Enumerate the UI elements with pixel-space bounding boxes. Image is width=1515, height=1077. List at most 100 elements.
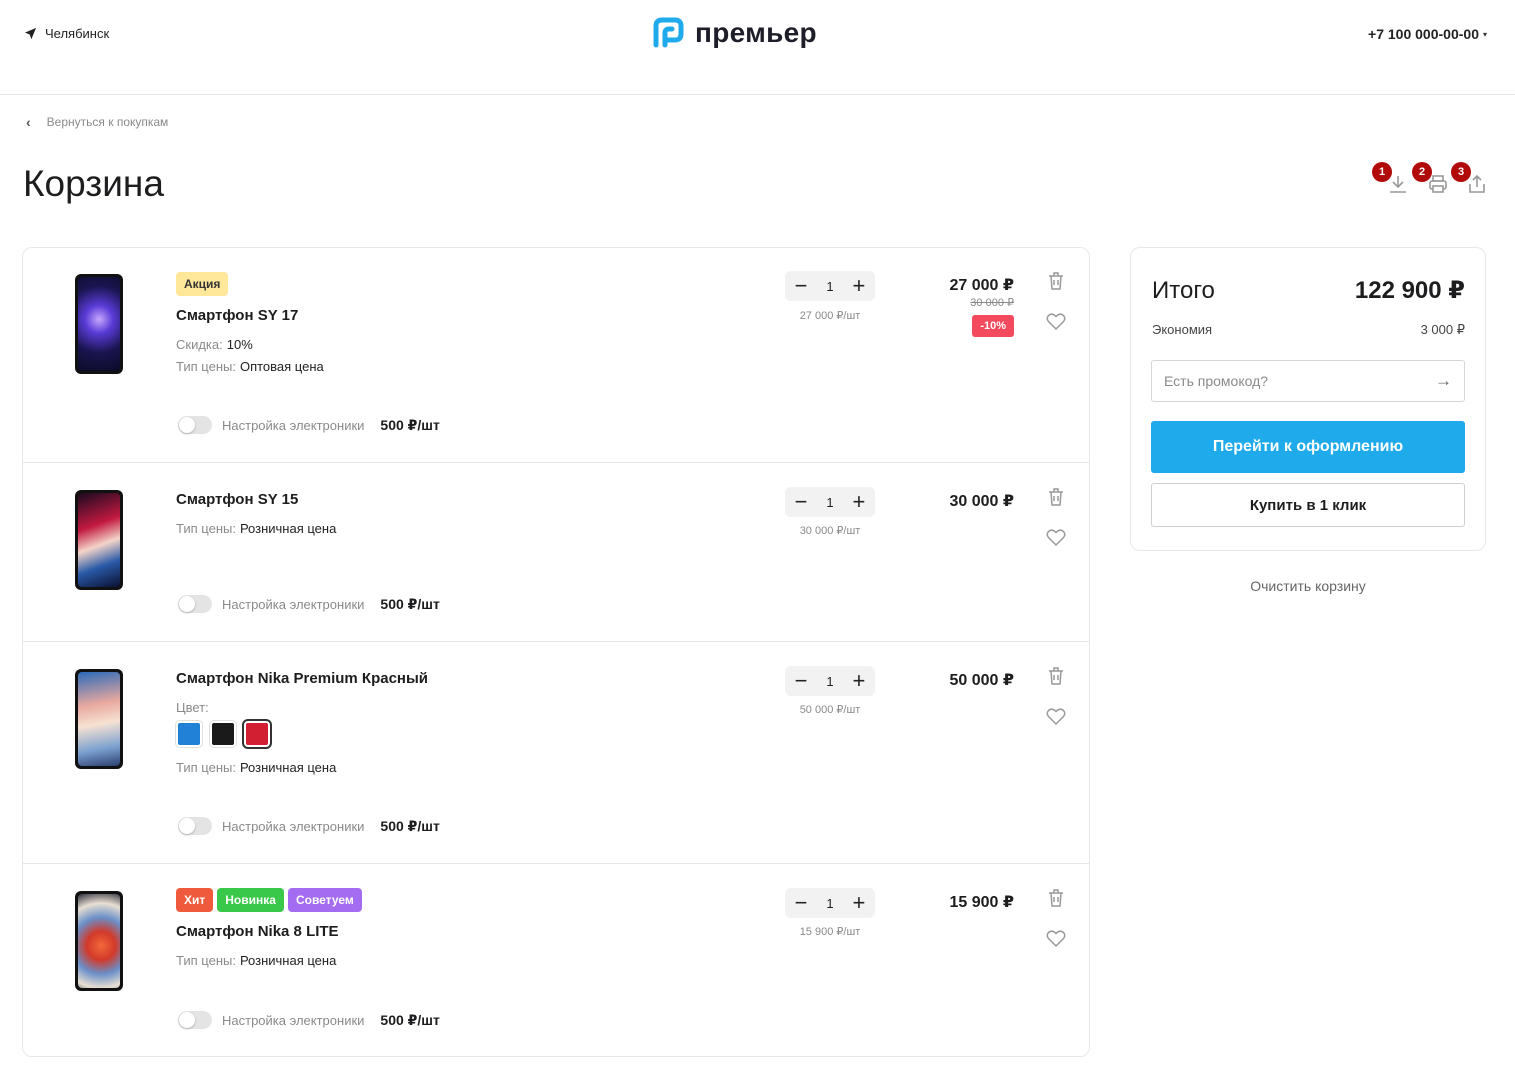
unit-price: 50 000 ₽/шт [799, 704, 861, 716]
quantity-stepper: − 1 + [785, 666, 875, 696]
logo-text: премьер [695, 17, 817, 48]
item-price: 50 000 ₽ [949, 672, 1014, 689]
site-header: Челябинск премьер +7 100 000-00-00 ▾ [0, 0, 1515, 95]
economy-value: 3 000 ₽ [1420, 322, 1465, 337]
delete-button[interactable] [1045, 486, 1067, 508]
one-click-buy-button[interactable]: Купить в 1 клик [1151, 483, 1465, 527]
summary-title: Итого [1152, 277, 1215, 304]
service-label: Настройка электроники [222, 417, 365, 433]
badges: Акция [176, 272, 229, 296]
logo[interactable]: премьер [651, 16, 817, 50]
promo-input[interactable] [1164, 373, 1435, 389]
order-summary: Итого 122 900 ₽ Экономия 3 000 ₽ → Перей… [1130, 247, 1486, 551]
product-image[interactable] [75, 891, 123, 991]
product-image[interactable] [75, 490, 123, 590]
cart-item: Смартфон SY 15 Тип цены: Розничная цена Н… [23, 463, 1089, 642]
color-options [176, 721, 270, 747]
logo-icon [653, 17, 684, 48]
trash-icon [1049, 488, 1063, 506]
favorite-button[interactable] [1045, 927, 1067, 949]
prop-value: Розничная цена [239, 760, 337, 775]
product-name[interactable]: Смартфон Nika Premium Красный [176, 670, 428, 687]
delete-button[interactable] [1045, 665, 1067, 687]
service-toggle[interactable] [178, 817, 212, 835]
quantity-value[interactable]: 1 [826, 495, 833, 510]
prop-value: Розничная цена [239, 953, 337, 968]
color-swatch-black[interactable] [210, 721, 236, 747]
favorite-button[interactable] [1045, 705, 1067, 727]
prop-label: Тип цены: [176, 760, 236, 775]
service-option: Настройка электроники 500 ₽/шт [178, 595, 440, 613]
heart-icon [1046, 708, 1066, 726]
prop-value: 10% [226, 337, 253, 352]
color-swatch-red[interactable] [244, 721, 270, 747]
heart-icon [1046, 529, 1066, 547]
cart-item: Смартфон Nika Premium Красный Цвет: Тип … [23, 642, 1089, 864]
decrease-button[interactable]: − [793, 491, 809, 513]
economy-label: Экономия [1152, 322, 1213, 337]
item-price: 15 900 ₽ [949, 894, 1014, 911]
checkout-button[interactable]: Перейти к оформлению [1151, 421, 1465, 473]
quantity-value[interactable]: 1 [826, 279, 833, 294]
product-prop: Тип цены: Розничная цена [176, 521, 336, 536]
arrow-right-icon[interactable]: → [1435, 371, 1452, 391]
back-label: Вернуться к покупкам [46, 115, 169, 129]
prop-value: Оптовая цена [239, 359, 324, 374]
service-option: Настройка электроники 500 ₽/шт [178, 416, 440, 434]
phone-selector[interactable]: +7 100 000-00-00 ▾ [1368, 26, 1487, 42]
item-price: 30 000 ₽ [949, 493, 1014, 510]
product-name[interactable]: Смартфон Nika 8 LITE [176, 923, 339, 940]
print-button[interactable]: 2 [1412, 162, 1452, 198]
color-swatch-blue[interactable] [176, 721, 202, 747]
prop-label: Тип цены: [176, 521, 236, 536]
increase-button[interactable]: + [851, 892, 867, 914]
decrease-button[interactable]: − [793, 670, 809, 692]
favorite-button[interactable] [1045, 526, 1067, 548]
prop-value: Розничная цена [239, 521, 337, 536]
product-image[interactable] [75, 669, 123, 769]
increase-button[interactable]: + [851, 491, 867, 513]
quantity-value[interactable]: 1 [826, 896, 833, 911]
service-price: 500 ₽/шт [380, 817, 440, 834]
product-name[interactable]: Смартфон SY 17 [176, 307, 298, 324]
badge-hit: Хит [176, 888, 214, 912]
quantity-value[interactable]: 1 [826, 674, 833, 689]
back-link[interactable]: ‹ Вернуться к покупкам [26, 114, 168, 130]
delete-button[interactable] [1045, 270, 1067, 292]
service-option: Настройка электроники 500 ₽/шт [178, 1011, 440, 1029]
increase-button[interactable]: + [851, 670, 867, 692]
promo-field: → [1151, 360, 1465, 402]
service-price: 500 ₽/шт [380, 595, 440, 612]
download-button[interactable]: 1 [1372, 162, 1412, 198]
service-toggle[interactable] [178, 595, 212, 613]
cart-item: Акция Смартфон SY 17 Скидка: 10% Тип цены… [23, 248, 1089, 463]
delete-button[interactable] [1045, 887, 1067, 909]
increase-button[interactable]: + [851, 275, 867, 297]
cart-tools: 1 2 3 [1370, 160, 1490, 200]
cart-item: Хит Новинка Советуем Смартфон Nika 8 LIT… [23, 864, 1089, 1056]
favorite-button[interactable] [1045, 310, 1067, 332]
decrease-button[interactable]: − [793, 892, 809, 914]
product-prop: Тип цены: Розничная цена [176, 760, 336, 775]
service-toggle[interactable] [178, 416, 212, 434]
quantity-stepper: − 1 + [785, 487, 875, 517]
caret-down-icon: ▾ [1482, 29, 1487, 39]
quantity-stepper: − 1 + [785, 888, 875, 918]
service-label: Настройка электроники [222, 818, 365, 834]
service-toggle[interactable] [178, 1011, 212, 1029]
badge-new: Новинка [217, 888, 284, 912]
old-price: 30 000 ₽ [970, 297, 1014, 309]
product-image[interactable] [75, 274, 123, 374]
product-prop: Тип цены: Розничная цена [176, 953, 336, 968]
quantity-stepper: − 1 + [785, 271, 875, 301]
city-selector[interactable]: Челябинск [24, 26, 109, 41]
badge-promo: Акция [176, 272, 229, 296]
trash-icon [1049, 667, 1063, 685]
product-name[interactable]: Смартфон SY 15 [176, 491, 298, 508]
discount-badge: -10% [972, 315, 1014, 337]
prop-label: Скидка: [176, 337, 223, 352]
decrease-button[interactable]: − [793, 275, 809, 297]
clear-cart-link[interactable]: Очистить корзину [1130, 578, 1486, 594]
share-button[interactable]: 3 [1451, 162, 1491, 198]
heart-icon [1046, 930, 1066, 948]
